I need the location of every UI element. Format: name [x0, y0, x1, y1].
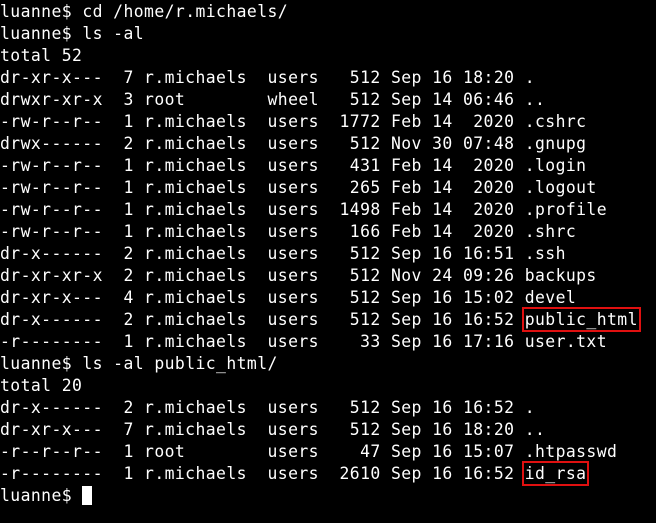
listing-row: drwxr-xr-x 3 root wheel 512 Sep 14 06:46… [0, 89, 656, 111]
prompt: luanne$ [0, 486, 83, 505]
listing-row: dr-xr-x--- 7 r.michaels users 512 Sep 16… [0, 67, 656, 89]
file-name: .htpasswd [524, 442, 618, 461]
active-prompt-line[interactable]: luanne$ [0, 485, 656, 507]
file-name: .logout [524, 178, 597, 197]
highlighted-file-name: id_rsa [521, 461, 590, 486]
file-name: devel [524, 288, 577, 307]
file-name: user.txt [524, 332, 608, 351]
listing-row: dr-xr-x--- 7 r.michaels users 512 Sep 16… [0, 419, 656, 441]
command-line: luanne$ ls -al public_html/ [0, 353, 656, 375]
file-name: .shrc [524, 222, 577, 241]
file-meta: dr-xr-x--- 4 r.michaels users 512 Sep 16… [0, 288, 525, 307]
command-text: cd /home/r.michaels/ [82, 2, 289, 21]
text-cursor[interactable] [82, 486, 93, 505]
file-name: . [524, 68, 535, 87]
prompt: luanne$ [0, 24, 83, 43]
prompt: luanne$ [0, 354, 83, 373]
listing-row: drwx------ 2 r.michaels users 512 Nov 30… [0, 133, 656, 155]
command-line: luanne$ cd /home/r.michaels/ [0, 1, 656, 23]
file-meta: dr-x------ 2 r.michaels users 512 Sep 16… [0, 398, 525, 417]
listing-row: -rw-r--r-- 1 r.michaels users 166 Feb 14… [0, 221, 656, 243]
terminal-window[interactable]: luanne$ cd /home/r.michaels/ luanne$ ls … [0, 0, 656, 523]
command-text: ls -al public_html/ [82, 354, 278, 373]
file-name: .. [524, 420, 546, 439]
file-meta: drwx------ 2 r.michaels users 512 Nov 30… [0, 134, 525, 153]
file-name: .gnupg [524, 134, 587, 153]
highlighted-file-name: public_html [521, 307, 641, 332]
listing-total: total 20 [0, 376, 83, 395]
file-meta: -rw-r--r-- 1 r.michaels users 265 Feb 14… [0, 178, 525, 197]
listing-row: dr-xr-xr-x 2 r.michaels users 512 Nov 24… [0, 265, 656, 287]
file-name: .. [524, 90, 546, 109]
file-meta: drwxr-xr-x 3 root wheel 512 Sep 14 06:46 [0, 90, 525, 109]
file-meta: -rw-r--r-- 1 r.michaels users 1498 Feb 1… [0, 200, 525, 219]
listing-row: dr-x------ 2 r.michaels users 512 Sep 16… [0, 397, 656, 419]
file-name: .ssh [524, 244, 566, 263]
file-meta: dr-xr-x--- 7 r.michaels users 512 Sep 16… [0, 68, 525, 87]
command-line: luanne$ ls -al [0, 23, 656, 45]
file-name: .profile [524, 200, 608, 219]
file-meta: dr-xr-x--- 7 r.michaels users 512 Sep 16… [0, 420, 525, 439]
file-meta: -rw-r--r-- 1 r.michaels users 1772 Feb 1… [0, 112, 525, 131]
listing-row: -r-------- 1 r.michaels users 2610 Sep 1… [0, 461, 656, 486]
file-name: .cshrc [524, 112, 587, 131]
file-name: . [524, 398, 535, 417]
command-text: ls -al [82, 24, 145, 43]
file-meta: -r-------- 1 r.michaels users 33 Sep 16 … [0, 332, 525, 351]
listing-row: -rw-r--r-- 1 r.michaels users 1772 Feb 1… [0, 111, 656, 133]
listing-row: dr-xr-x--- 4 r.michaels users 512 Sep 16… [0, 287, 656, 309]
listing-row: -rw-r--r-- 1 r.michaels users 1498 Feb 1… [0, 199, 656, 221]
listing-row: dr-x------ 2 r.michaels users 512 Sep 16… [0, 243, 656, 265]
file-meta: dr-x------ 2 r.michaels users 512 Sep 16… [0, 310, 525, 329]
listing-row: -rw-r--r-- 1 r.michaels users 265 Feb 14… [0, 177, 656, 199]
listing-total: total 52 [0, 46, 83, 65]
file-name: .login [524, 156, 587, 175]
listing-row: -r--r--r-- 1 root users 47 Sep 16 15:07 … [0, 441, 656, 463]
file-meta: -rw-r--r-- 1 r.michaels users 431 Feb 14… [0, 156, 525, 175]
file-meta: -rw-r--r-- 1 r.michaels users 166 Feb 14… [0, 222, 525, 241]
file-meta: -r--r--r-- 1 root users 47 Sep 16 15:07 [0, 442, 525, 461]
file-name: backups [524, 266, 597, 285]
listing-row: -rw-r--r-- 1 r.michaels users 431 Feb 14… [0, 155, 656, 177]
file-meta: dr-xr-xr-x 2 r.michaels users 512 Nov 24… [0, 266, 525, 285]
file-meta: dr-x------ 2 r.michaels users 512 Sep 16… [0, 244, 525, 263]
file-meta: -r-------- 1 r.michaels users 2610 Sep 1… [0, 464, 525, 483]
listing-row: -r-------- 1 r.michaels users 33 Sep 16 … [0, 331, 656, 353]
listing-row: dr-x------ 2 r.michaels users 512 Sep 16… [0, 307, 656, 332]
prompt: luanne$ [0, 2, 83, 21]
